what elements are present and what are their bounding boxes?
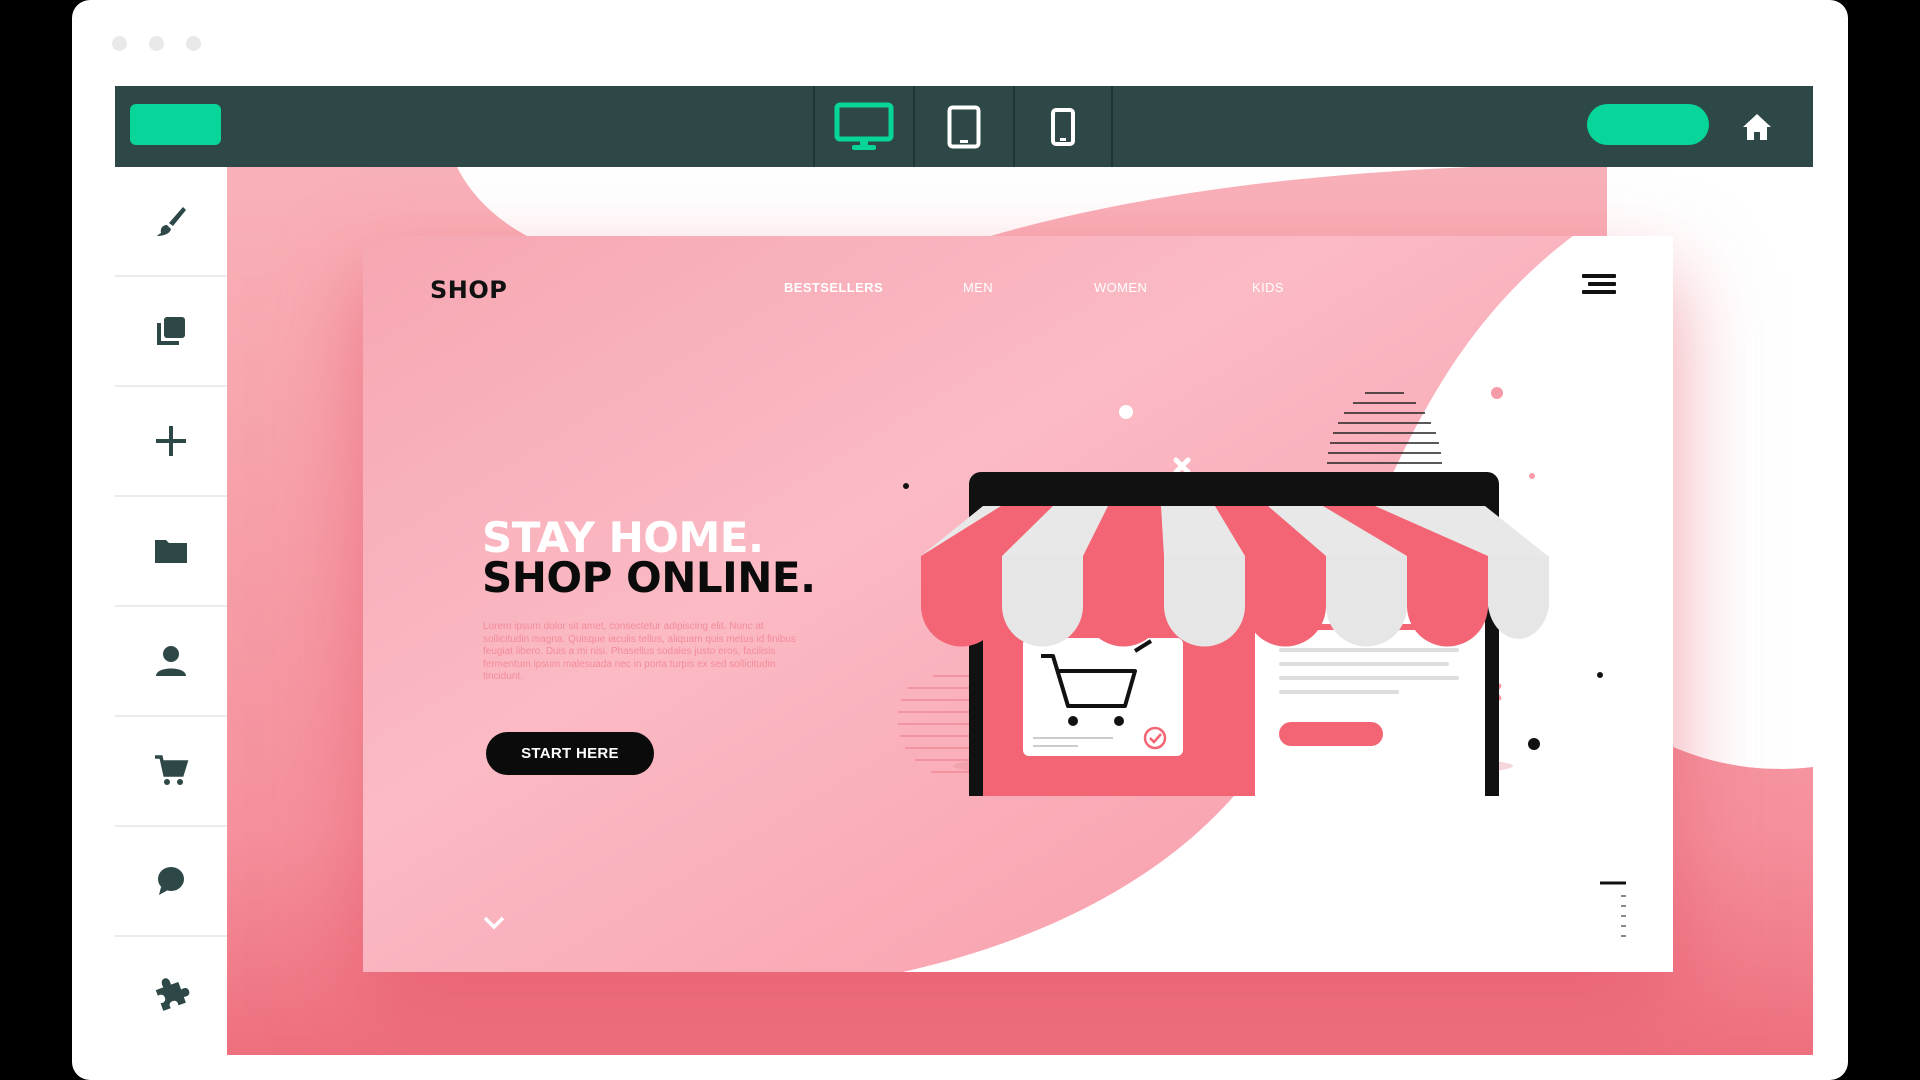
- window-maximize-dot[interactable]: [186, 36, 201, 51]
- sidebar-item-design[interactable]: [115, 167, 227, 277]
- website-preview: SHOP BESTSELLERS MEN WOMEN KIDS STAY HOM…: [363, 236, 1673, 972]
- editor-sidebar: [115, 167, 227, 1055]
- plus-icon: [156, 426, 186, 456]
- sidebar-item-apps[interactable]: [115, 937, 227, 1045]
- device-desktop-button[interactable]: [813, 86, 913, 167]
- editor-canvas: SHOP BESTSELLERS MEN WOMEN KIDS STAY HOM…: [227, 167, 1813, 1055]
- nav-women[interactable]: WOMEN: [1094, 280, 1147, 295]
- sidebar-item-media[interactable]: [115, 497, 227, 607]
- storefront-laptop-illustration: [921, 472, 1549, 796]
- sidebar-item-store[interactable]: [115, 717, 227, 827]
- device-mobile-button[interactable]: [1013, 86, 1113, 167]
- sidebar-item-members[interactable]: [115, 607, 227, 717]
- nav-men[interactable]: MEN: [963, 280, 993, 295]
- chat-icon: [158, 867, 184, 895]
- window-controls: [112, 36, 201, 51]
- site-logo[interactable]: SHOP: [430, 276, 507, 304]
- hero-body-text: Lorem ipsum dolor sit amet, consectetur …: [483, 621, 796, 682]
- browser-window: SHOP BESTSELLERS MEN WOMEN KIDS STAY HOM…: [72, 0, 1848, 1080]
- window-close-dot[interactable]: [112, 36, 127, 51]
- nav-kids[interactable]: KIDS: [1252, 280, 1284, 295]
- folder-icon: [155, 540, 187, 563]
- sidebar-item-pages[interactable]: [115, 277, 227, 387]
- tablet-icon: [947, 105, 981, 148]
- sidebar-item-add[interactable]: [115, 387, 227, 497]
- toolbar-right-button[interactable]: [1587, 104, 1709, 145]
- mobile-icon: [1051, 107, 1075, 146]
- layers-icon: [157, 317, 185, 345]
- chevron-down-icon[interactable]: [483, 916, 505, 930]
- start-here-button[interactable]: START HERE: [486, 732, 654, 775]
- user-icon: [156, 646, 186, 676]
- headline-line-2: SHOP ONLINE.: [482, 553, 816, 602]
- device-tablet-button[interactable]: [913, 86, 1013, 167]
- home-icon[interactable]: [1740, 110, 1774, 144]
- cart-icon: [155, 755, 189, 785]
- hamburger-menu-icon[interactable]: [1582, 272, 1616, 296]
- nav-bestsellers[interactable]: BESTSELLERS: [784, 280, 883, 295]
- brush-icon: [157, 207, 186, 236]
- toolbar-left-button[interactable]: [130, 104, 221, 145]
- desktop-icon: [834, 102, 894, 150]
- sidebar-item-chat[interactable]: [115, 827, 227, 937]
- window-minimize-dot[interactable]: [149, 36, 164, 51]
- editor-toolbar: [115, 86, 1813, 167]
- puzzle-icon: [155, 978, 190, 1011]
